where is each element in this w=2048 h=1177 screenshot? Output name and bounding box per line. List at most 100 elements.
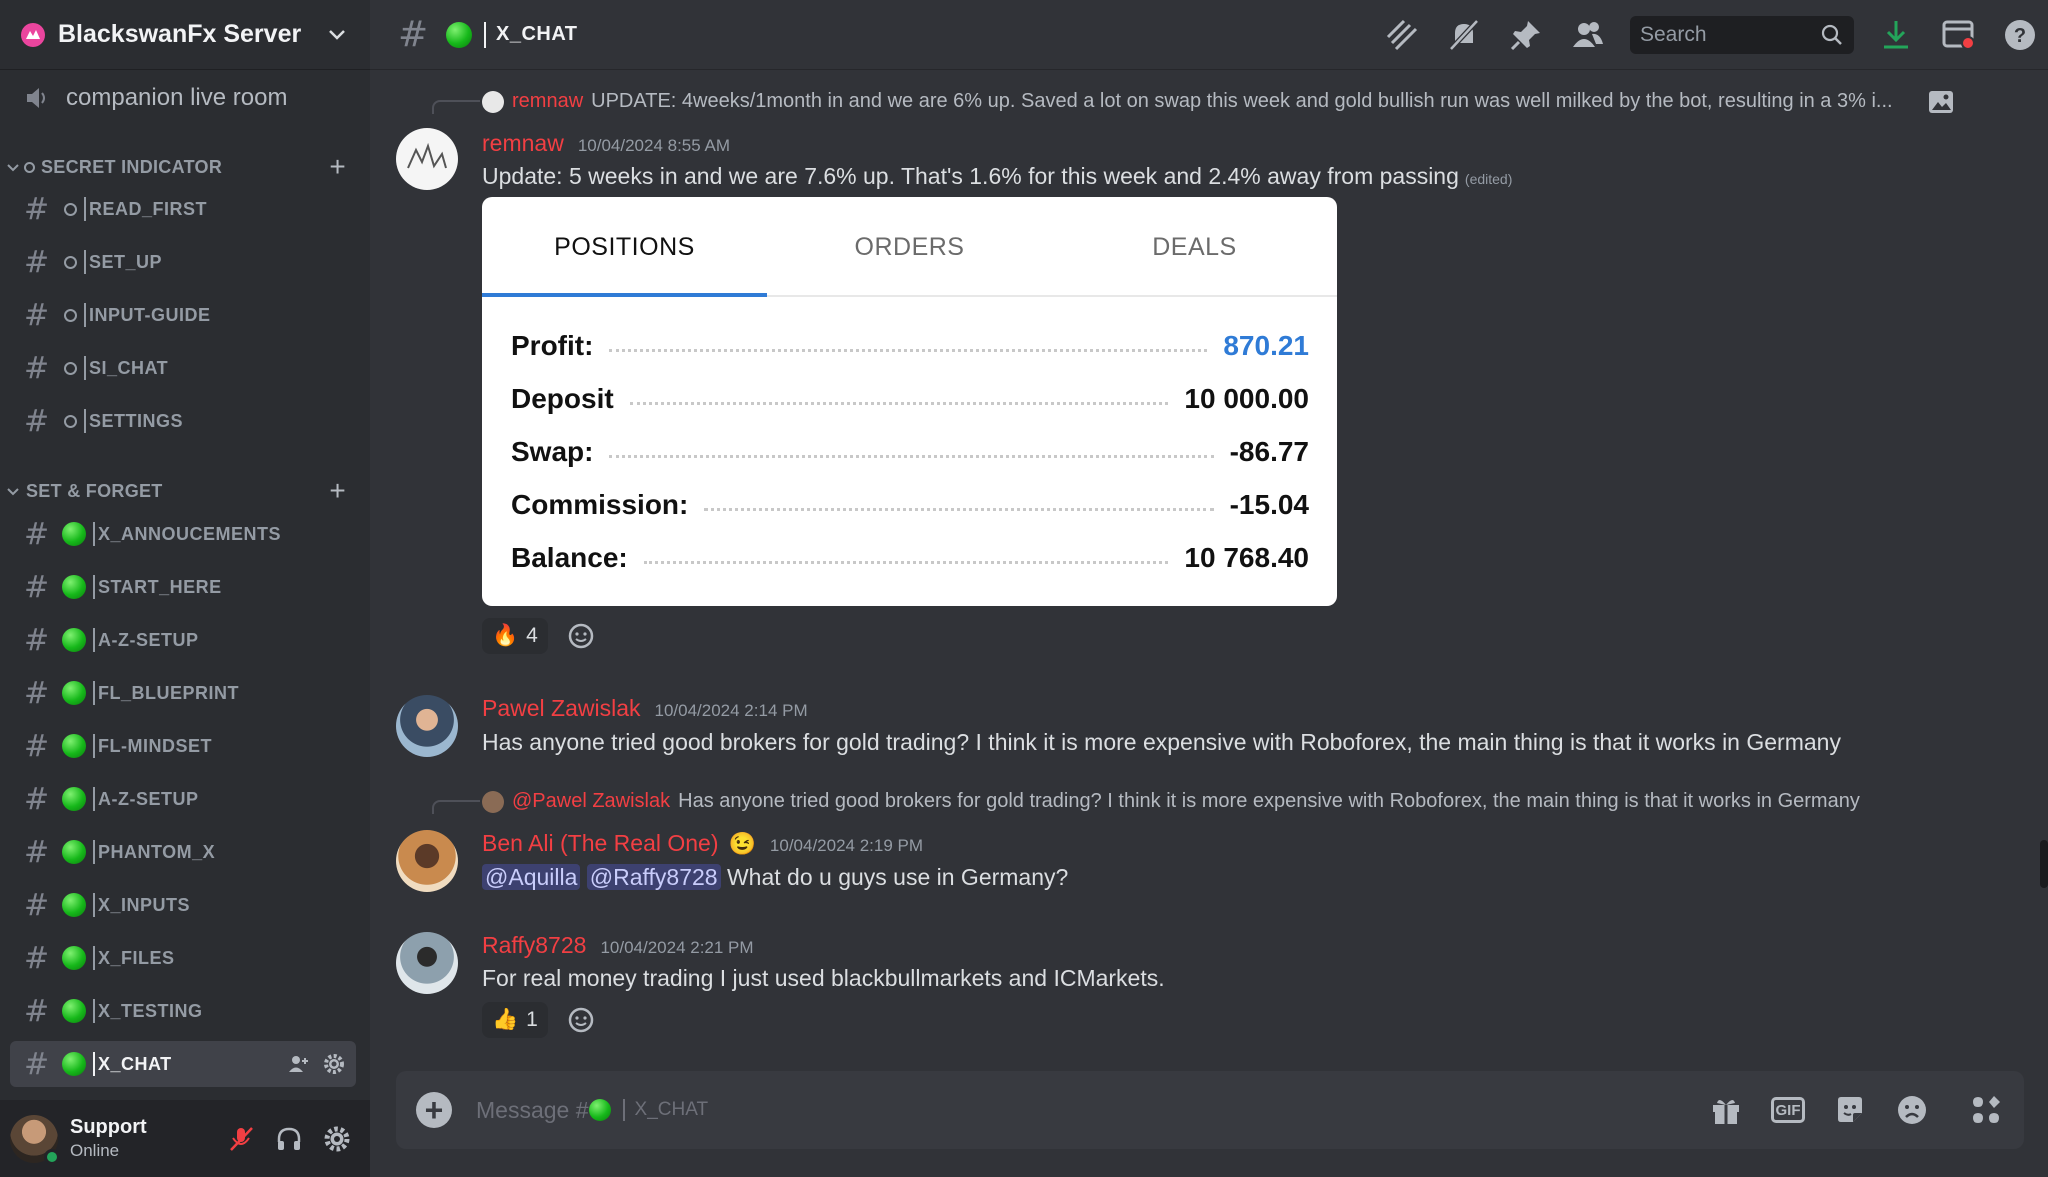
member-list-button[interactable] <box>1568 15 1608 55</box>
composer-channel: X_CHAT <box>634 1099 709 1120</box>
add-channel-icon[interactable]: + <box>329 475 346 507</box>
pinned-button[interactable] <box>1506 15 1546 55</box>
message-input[interactable]: Message # X_CHAT <box>476 1097 1684 1124</box>
divider <box>93 628 95 652</box>
wink-emoji: 😉 <box>728 831 756 856</box>
add-reaction-icon[interactable] <box>566 621 596 651</box>
channel-x-annoucements[interactable]: # X_ANNOUCEMENTS <box>10 511 356 557</box>
add-channel-icon[interactable]: + <box>329 151 346 183</box>
category-label: SET & FORGET <box>26 480 163 501</box>
channel-set-up[interactable]: # SET_UP <box>10 239 356 285</box>
category-set-and-forget[interactable]: SET & FORGET + <box>6 475 356 507</box>
circle-icon <box>64 361 77 375</box>
channel-a-z-setup-2[interactable]: # A-Z-SETUP <box>10 776 356 822</box>
hashtag-icon: # <box>24 191 50 227</box>
server-header[interactable]: BlackswanFx Server <box>0 0 370 70</box>
speaker-icon <box>27 88 45 108</box>
message-list: remnaw UPDATE: 4weeks/1month in and we a… <box>370 70 2048 1070</box>
attach-plus-icon[interactable]: + <box>416 1092 452 1128</box>
user-mention[interactable]: @Raffy8728 <box>586 864 721 890</box>
avatar[interactable] <box>10 1114 60 1165</box>
user-panel: Support Online <box>0 1100 370 1177</box>
author-name[interactable]: Raffy8728 <box>482 932 586 959</box>
divider <box>84 197 86 221</box>
user-info[interactable]: Support Online <box>70 1116 226 1161</box>
channel-label: X_INPUTS <box>98 894 191 915</box>
author-name[interactable]: Ben Ali (The Real One) <box>482 830 719 857</box>
channel-x-chat[interactable]: # X_CHAT <box>10 1041 356 1087</box>
gif-button[interactable]: GIF <box>1768 1090 1808 1130</box>
scrollbar-thumb[interactable] <box>2040 840 2048 888</box>
apps-button[interactable] <box>1966 1090 2006 1130</box>
reply-preview[interactable]: remnaw UPDATE: 4weeks/1month in and we a… <box>482 90 1902 113</box>
emoji-button[interactable] <box>1892 1090 1932 1130</box>
green-circle-icon <box>62 999 86 1023</box>
gear-icon[interactable] <box>322 1052 346 1076</box>
headphones-icon[interactable] <box>274 1124 304 1154</box>
notifications-button[interactable] <box>1444 15 1484 55</box>
green-circle-icon <box>62 946 86 970</box>
author-name[interactable]: Pawel Zawislak <box>482 695 641 722</box>
channel-settings[interactable]: # SETTINGS <box>10 398 356 444</box>
gift-icon <box>1713 1099 1739 1124</box>
user-mention[interactable]: @Aquilla <box>482 864 581 890</box>
avatar[interactable] <box>396 830 458 892</box>
voice-channel[interactable]: companion live room <box>22 76 287 120</box>
dot-leader <box>704 507 1214 511</box>
channel-read-first[interactable]: # READ_FIRST <box>10 186 356 232</box>
channel-a-z-setup[interactable]: # A-Z-SETUP <box>10 617 356 663</box>
category-label: SECRET INDICATOR <box>41 156 223 177</box>
channel-start-here[interactable]: # START_HERE <box>10 564 356 610</box>
category-secret-indicator[interactable]: SECRET INDICATOR + <box>6 151 356 183</box>
avatar[interactable] <box>396 932 458 994</box>
timestamp: 10/04/2024 2:14 PM <box>654 701 808 720</box>
sticker-icon <box>1838 1097 1862 1122</box>
dot-leader <box>643 560 1169 564</box>
svg-text:?: ? <box>2014 25 2026 47</box>
green-circle-icon <box>62 628 86 652</box>
channel-list: companion live room SECRET INDICATOR + #… <box>0 70 370 1100</box>
channel-x-testing[interactable]: # X_TESTING <box>10 988 356 1034</box>
green-circle-icon <box>62 787 86 811</box>
sticker-button[interactable] <box>1830 1090 1870 1130</box>
channel-si-chat[interactable]: # SI_CHAT <box>10 345 356 391</box>
row-label: Swap: <box>511 436 594 467</box>
image-attachment[interactable]: POSITIONS ORDERS DEALS Profit: 870.21 Dep… <box>482 197 1337 606</box>
chevron-down-icon[interactable] <box>324 22 350 48</box>
reply-preview[interactable]: @Pawel Zawislak Has anyone tried good br… <box>482 790 1932 813</box>
threads-button[interactable] <box>1382 15 1422 55</box>
search-input[interactable]: Search <box>1630 16 1854 54</box>
avatar[interactable] <box>396 695 458 757</box>
help-button[interactable]: ? <box>2000 15 2040 55</box>
channel-phantom-x[interactable]: # PHANTOM_X <box>10 829 356 875</box>
channel-fl-blueprint[interactable]: # FL_BLUEPRINT <box>10 670 356 716</box>
download-button[interactable] <box>1876 15 1916 55</box>
hashtag-icon: # <box>24 834 50 870</box>
fire-emoji: 🔥 <box>492 624 519 647</box>
channel-x-files[interactable]: # X_FILES <box>10 935 356 981</box>
message-body: Update: 5 weeks in and we are 7.6% up. T… <box>482 163 1459 189</box>
reaction-fire[interactable]: 🔥 4 <box>482 618 548 654</box>
user-name: Support <box>70 1116 147 1138</box>
gift-button[interactable] <box>1706 1090 1746 1130</box>
channel-x-inputs[interactable]: # X_INPUTS <box>10 882 356 928</box>
add-reaction-icon[interactable] <box>566 1005 596 1035</box>
channel-label: X_TESTING <box>98 1000 203 1021</box>
channel-label: FL-MINDSET <box>98 735 212 756</box>
gear-icon[interactable] <box>322 1124 352 1154</box>
inbox-button[interactable] <box>1938 15 1978 55</box>
avatar[interactable] <box>396 128 458 190</box>
reply-connector <box>432 800 480 814</box>
microphone-muted-icon[interactable] <box>226 1124 256 1154</box>
channel-input-guide[interactable]: # INPUT-GUIDE <box>10 292 356 338</box>
reaction-thumbs-up[interactable]: 👍 1 <box>482 1002 548 1038</box>
message-text: Update: 5 weeks in and we are 7.6% up. T… <box>482 163 1512 190</box>
hashtag-icon: # <box>24 297 50 333</box>
channel-fl-mindset[interactable]: # FL-MINDSET <box>10 723 356 769</box>
author-name[interactable]: remnaw <box>482 130 564 157</box>
add-member-icon[interactable] <box>286 1052 310 1076</box>
row-label: Balance: <box>511 542 628 573</box>
row-value: 10 000.00 <box>1184 383 1309 414</box>
channel-label: START_HERE <box>98 576 222 597</box>
edited-label: (edited) <box>1464 171 1513 187</box>
